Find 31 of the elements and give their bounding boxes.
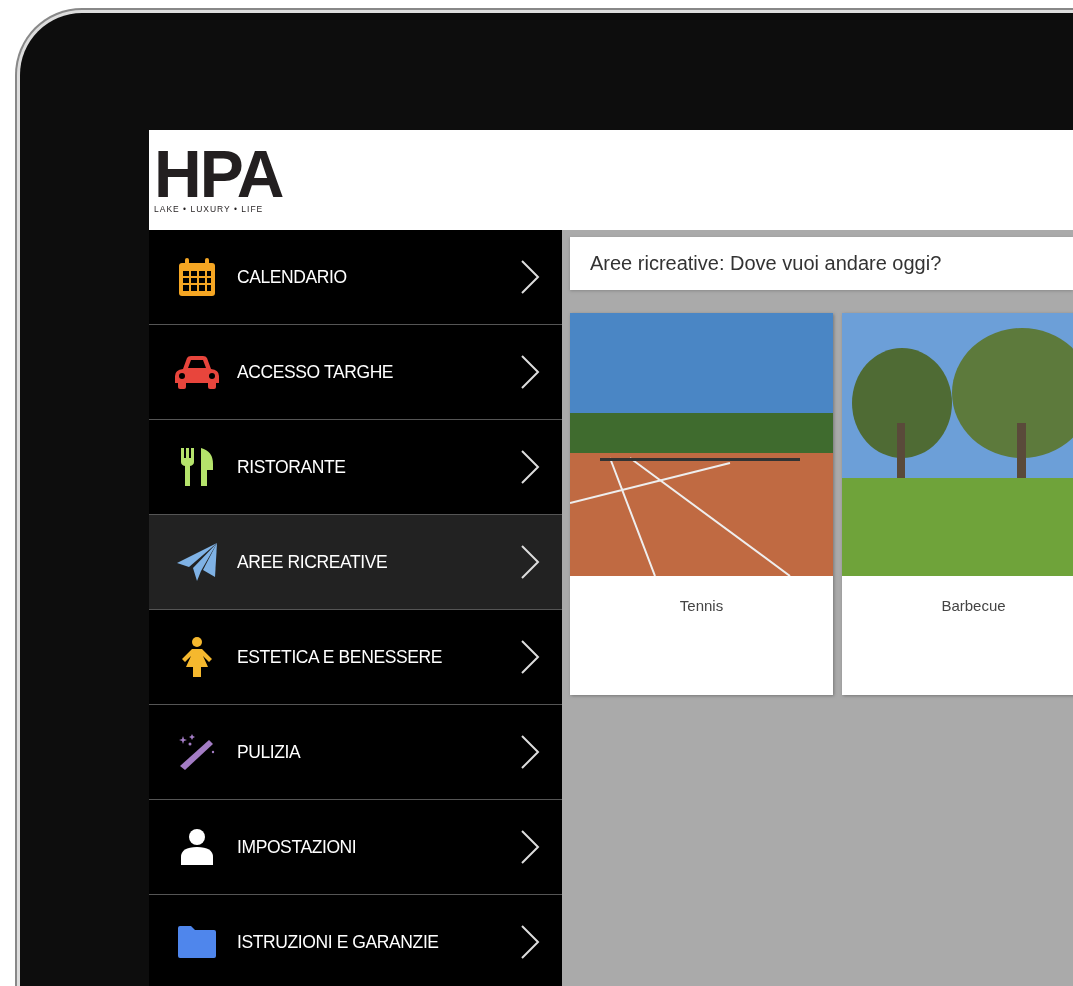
car-icon bbox=[175, 356, 219, 389]
menu-item[interactable]: AREE RICREATIVE bbox=[149, 515, 562, 610]
chevron-right-icon bbox=[521, 640, 540, 674]
menu-item[interactable]: CALENDARIO bbox=[149, 230, 562, 325]
chevron-right-icon bbox=[521, 545, 540, 579]
woman-icon bbox=[182, 637, 212, 677]
cutlery-icon bbox=[181, 448, 213, 486]
page-heading: Aree ricreative: Dove vuoi andare oggi? bbox=[570, 237, 1073, 290]
logo-wordmark: HPA bbox=[154, 146, 283, 202]
menu-item[interactable]: PULIZIA bbox=[149, 705, 562, 800]
chevron-right-icon bbox=[521, 355, 540, 389]
card-label: Tennis bbox=[679, 597, 724, 614]
card-label: Barbecue bbox=[941, 597, 1006, 614]
place-card[interactable]: Barbecue bbox=[842, 313, 1073, 695]
calendar-icon bbox=[179, 258, 215, 296]
magic-wand-icon bbox=[179, 734, 215, 770]
menu-item[interactable]: ISTRUZIONI E GARANZIE bbox=[149, 895, 562, 986]
menu-item[interactable]: ESTETICA E BENESSERE bbox=[149, 610, 562, 705]
menu-item[interactable]: ACCESSO TARGHE bbox=[149, 325, 562, 420]
menu-item[interactable]: RISTORANTE bbox=[149, 420, 562, 515]
chevron-right-icon bbox=[521, 260, 540, 294]
chevron-right-icon bbox=[521, 830, 540, 864]
place-card[interactable]: Tennis bbox=[570, 313, 833, 695]
user-icon bbox=[181, 829, 213, 865]
folder-icon bbox=[178, 926, 216, 958]
chevron-right-icon bbox=[521, 925, 540, 959]
menu-item[interactable]: IMPOSTAZIONI bbox=[149, 800, 562, 895]
logo-tagline: LAKE • LUXURY • LIFE bbox=[154, 204, 265, 214]
paper-plane-icon bbox=[177, 543, 217, 581]
chevron-right-icon bbox=[521, 450, 540, 484]
chevron-right-icon bbox=[521, 735, 540, 769]
